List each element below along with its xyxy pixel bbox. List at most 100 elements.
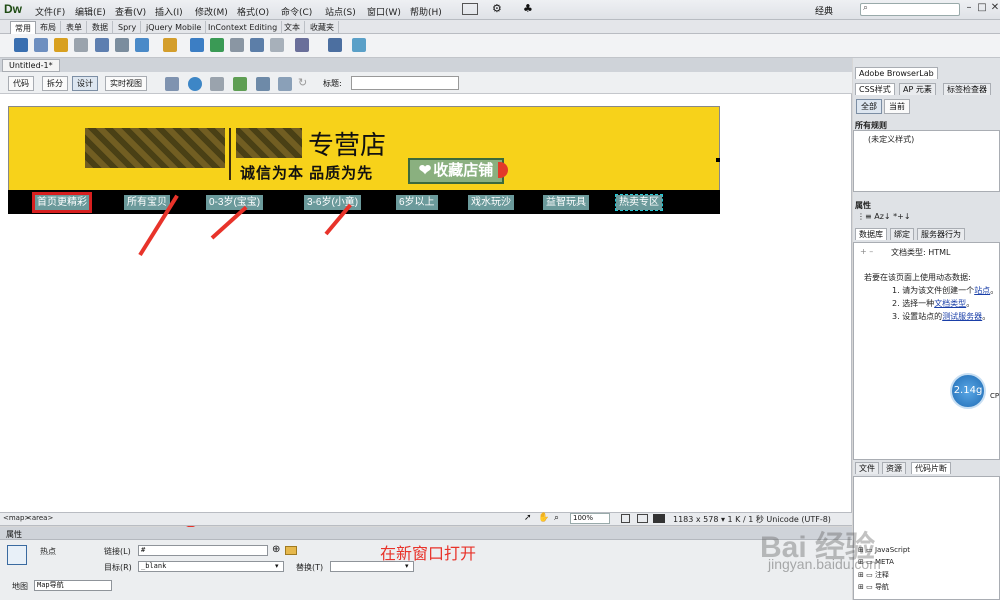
tag-chooser-icon[interactable] <box>328 38 342 52</box>
map-name-input[interactable]: Map导航 <box>34 580 112 591</box>
nav-link-water-sand[interactable]: 戏水玩沙 <box>468 195 514 210</box>
menu-insert[interactable]: 插入(I) <box>155 5 183 18</box>
table-icon[interactable] <box>95 38 109 52</box>
design-view-button[interactable]: 设计 <box>72 76 98 91</box>
nav-link-puzzle-toys[interactable]: 益智玩具 <box>543 195 589 210</box>
div-icon[interactable] <box>115 38 129 52</box>
preview-icon[interactable] <box>188 77 202 91</box>
document-tab[interactable]: Untitled-1* <box>2 59 60 72</box>
script-icon[interactable] <box>270 38 284 52</box>
tab-tag-inspector[interactable]: 标签检查器 <box>943 83 991 95</box>
menu-commands[interactable]: 命令(C) <box>281 5 312 18</box>
refresh-icon[interactable]: ↻ <box>298 76 307 89</box>
tab-ap-elements[interactable]: AP 元素 <box>899 83 936 95</box>
sync-icon[interactable]: ♣ <box>523 2 533 15</box>
site-link[interactable]: 站点 <box>974 286 990 295</box>
tab-favorites[interactable]: 收藏夹 <box>306 21 339 34</box>
nav-link-all[interactable]: 所有宝贝 <box>124 195 170 210</box>
menu-help[interactable]: 帮助(H) <box>410 5 442 18</box>
test-server-link[interactable]: 测试服务器 <box>942 312 982 321</box>
menu-site[interactable]: 站点(S) <box>325 5 356 18</box>
point-to-file-icon[interactable]: ⊕ <box>272 544 280 555</box>
tab-snippets[interactable]: 代码片断 <box>911 462 951 474</box>
tab-css-styles[interactable]: CSS样式 <box>855 83 895 95</box>
menu-file[interactable]: 文件(F) <box>35 5 65 18</box>
comment-icon[interactable] <box>230 38 244 52</box>
css-all-button[interactable]: 全部 <box>856 99 882 114</box>
tab-incontext[interactable]: InContext Editing <box>204 21 283 34</box>
layout-icon[interactable] <box>462 3 478 15</box>
tab-layout[interactable]: 布局 <box>36 21 61 34</box>
visual-aids-icon[interactable] <box>256 77 270 91</box>
menu-modify[interactable]: 修改(M) <box>195 5 228 18</box>
nav-link-0-3[interactable]: 0-3岁(宝宝) <box>206 195 264 210</box>
anchor-icon[interactable] <box>54 38 68 52</box>
undefined-style-item[interactable]: (未定义样式) <box>868 134 914 145</box>
nav-link-home[interactable]: 首页更精彩 <box>32 192 92 213</box>
resize-handle[interactable] <box>716 158 720 162</box>
tab-jquery-mobile[interactable]: jQuery Mobile <box>142 21 207 34</box>
tab-data[interactable]: 数据 <box>88 21 113 34</box>
hand-icon[interactable]: ✋ <box>538 513 549 523</box>
tab-database[interactable]: 数据库 <box>855 228 887 240</box>
favorite-store-button[interactable]: ❤ 收藏店铺 <box>408 158 504 184</box>
tablet-size-icon[interactable] <box>637 514 648 523</box>
nav-link-3-6[interactable]: 3-6岁(小童) <box>304 195 362 210</box>
date-icon[interactable] <box>190 38 204 52</box>
add-remove-icon[interactable]: + – <box>860 247 873 256</box>
search-input[interactable] <box>860 3 960 16</box>
tab-assets[interactable]: 资源 <box>882 462 906 474</box>
head-icon[interactable] <box>250 38 264 52</box>
tab-browserlab[interactable]: Adobe BrowserLab <box>855 67 938 79</box>
attributes-toolbar-icon[interactable]: ⋮≡ Az↓ *+↓ <box>857 212 911 221</box>
split-view-button[interactable]: 拆分 <box>42 76 68 91</box>
file-management-icon[interactable] <box>210 77 224 91</box>
tab-forms[interactable]: 表单 <box>62 21 87 34</box>
media-icon[interactable] <box>163 38 177 52</box>
step-1: 1. 请为该文件创建一个站点。 <box>892 286 999 295</box>
zoom-icon[interactable]: ⌕ <box>554 513 559 523</box>
validate-icon[interactable] <box>233 77 247 91</box>
multiscreen-icon[interactable] <box>165 77 179 91</box>
tab-text[interactable]: 文本 <box>280 21 305 34</box>
maximize-icon[interactable]: □ <box>975 2 989 14</box>
tree-item[interactable]: ⊞ ▭ 导航 <box>858 582 889 592</box>
workspace-switcher[interactable]: 经典 <box>815 4 833 17</box>
email-link-icon[interactable] <box>34 38 48 52</box>
image-icon[interactable] <box>135 38 149 52</box>
desktop-size-icon[interactable] <box>653 514 665 523</box>
tab-server-behaviors[interactable]: 服务器行为 <box>917 228 965 240</box>
menu-view[interactable]: 查看(V) <box>115 5 146 18</box>
close-icon[interactable]: ✕ <box>988 2 1000 14</box>
minimize-icon[interactable]: – <box>962 2 976 14</box>
pointer-icon[interactable]: ➚ <box>524 513 532 523</box>
nav-link-hot-sale[interactable]: 热卖专区 <box>615 194 663 211</box>
check-browser-icon[interactable] <box>278 77 292 91</box>
zoom-select[interactable]: 100% <box>570 513 610 524</box>
target-select[interactable]: _blank <box>138 561 284 572</box>
link-input[interactable]: # <box>138 545 268 556</box>
live-view-button[interactable]: 实时视图 <box>105 76 147 91</box>
server-include-icon[interactable] <box>210 38 224 52</box>
nav-link-6plus[interactable]: 6岁以上 <box>396 195 438 210</box>
tag-area[interactable]: <area> <box>26 514 53 522</box>
tab-spry[interactable]: Spry <box>114 21 142 34</box>
template-icon[interactable] <box>295 38 309 52</box>
css-current-button[interactable]: 当前 <box>884 99 910 114</box>
tab-files[interactable]: 文件 <box>855 462 879 474</box>
mobile-size-icon[interactable] <box>621 514 630 523</box>
menu-edit[interactable]: 编辑(E) <box>75 5 106 18</box>
browse-folder-icon[interactable] <box>285 546 297 555</box>
tab-common[interactable]: 常用 <box>10 21 36 34</box>
hr-icon[interactable] <box>74 38 88 52</box>
menu-format[interactable]: 格式(O) <box>237 5 269 18</box>
doc-type-link[interactable]: 文档类型 <box>934 299 966 308</box>
gear-icon[interactable]: ⚙ <box>492 2 502 15</box>
title-input[interactable] <box>351 76 459 90</box>
code-view-button[interactable]: 代码 <box>8 76 34 91</box>
tab-bindings[interactable]: 绑定 <box>890 228 914 240</box>
hyperlink-icon[interactable] <box>14 38 28 52</box>
browser-icon[interactable] <box>352 38 366 52</box>
chevron-down-icon[interactable]: ▾ <box>275 562 279 570</box>
menu-window[interactable]: 窗口(W) <box>367 5 401 18</box>
